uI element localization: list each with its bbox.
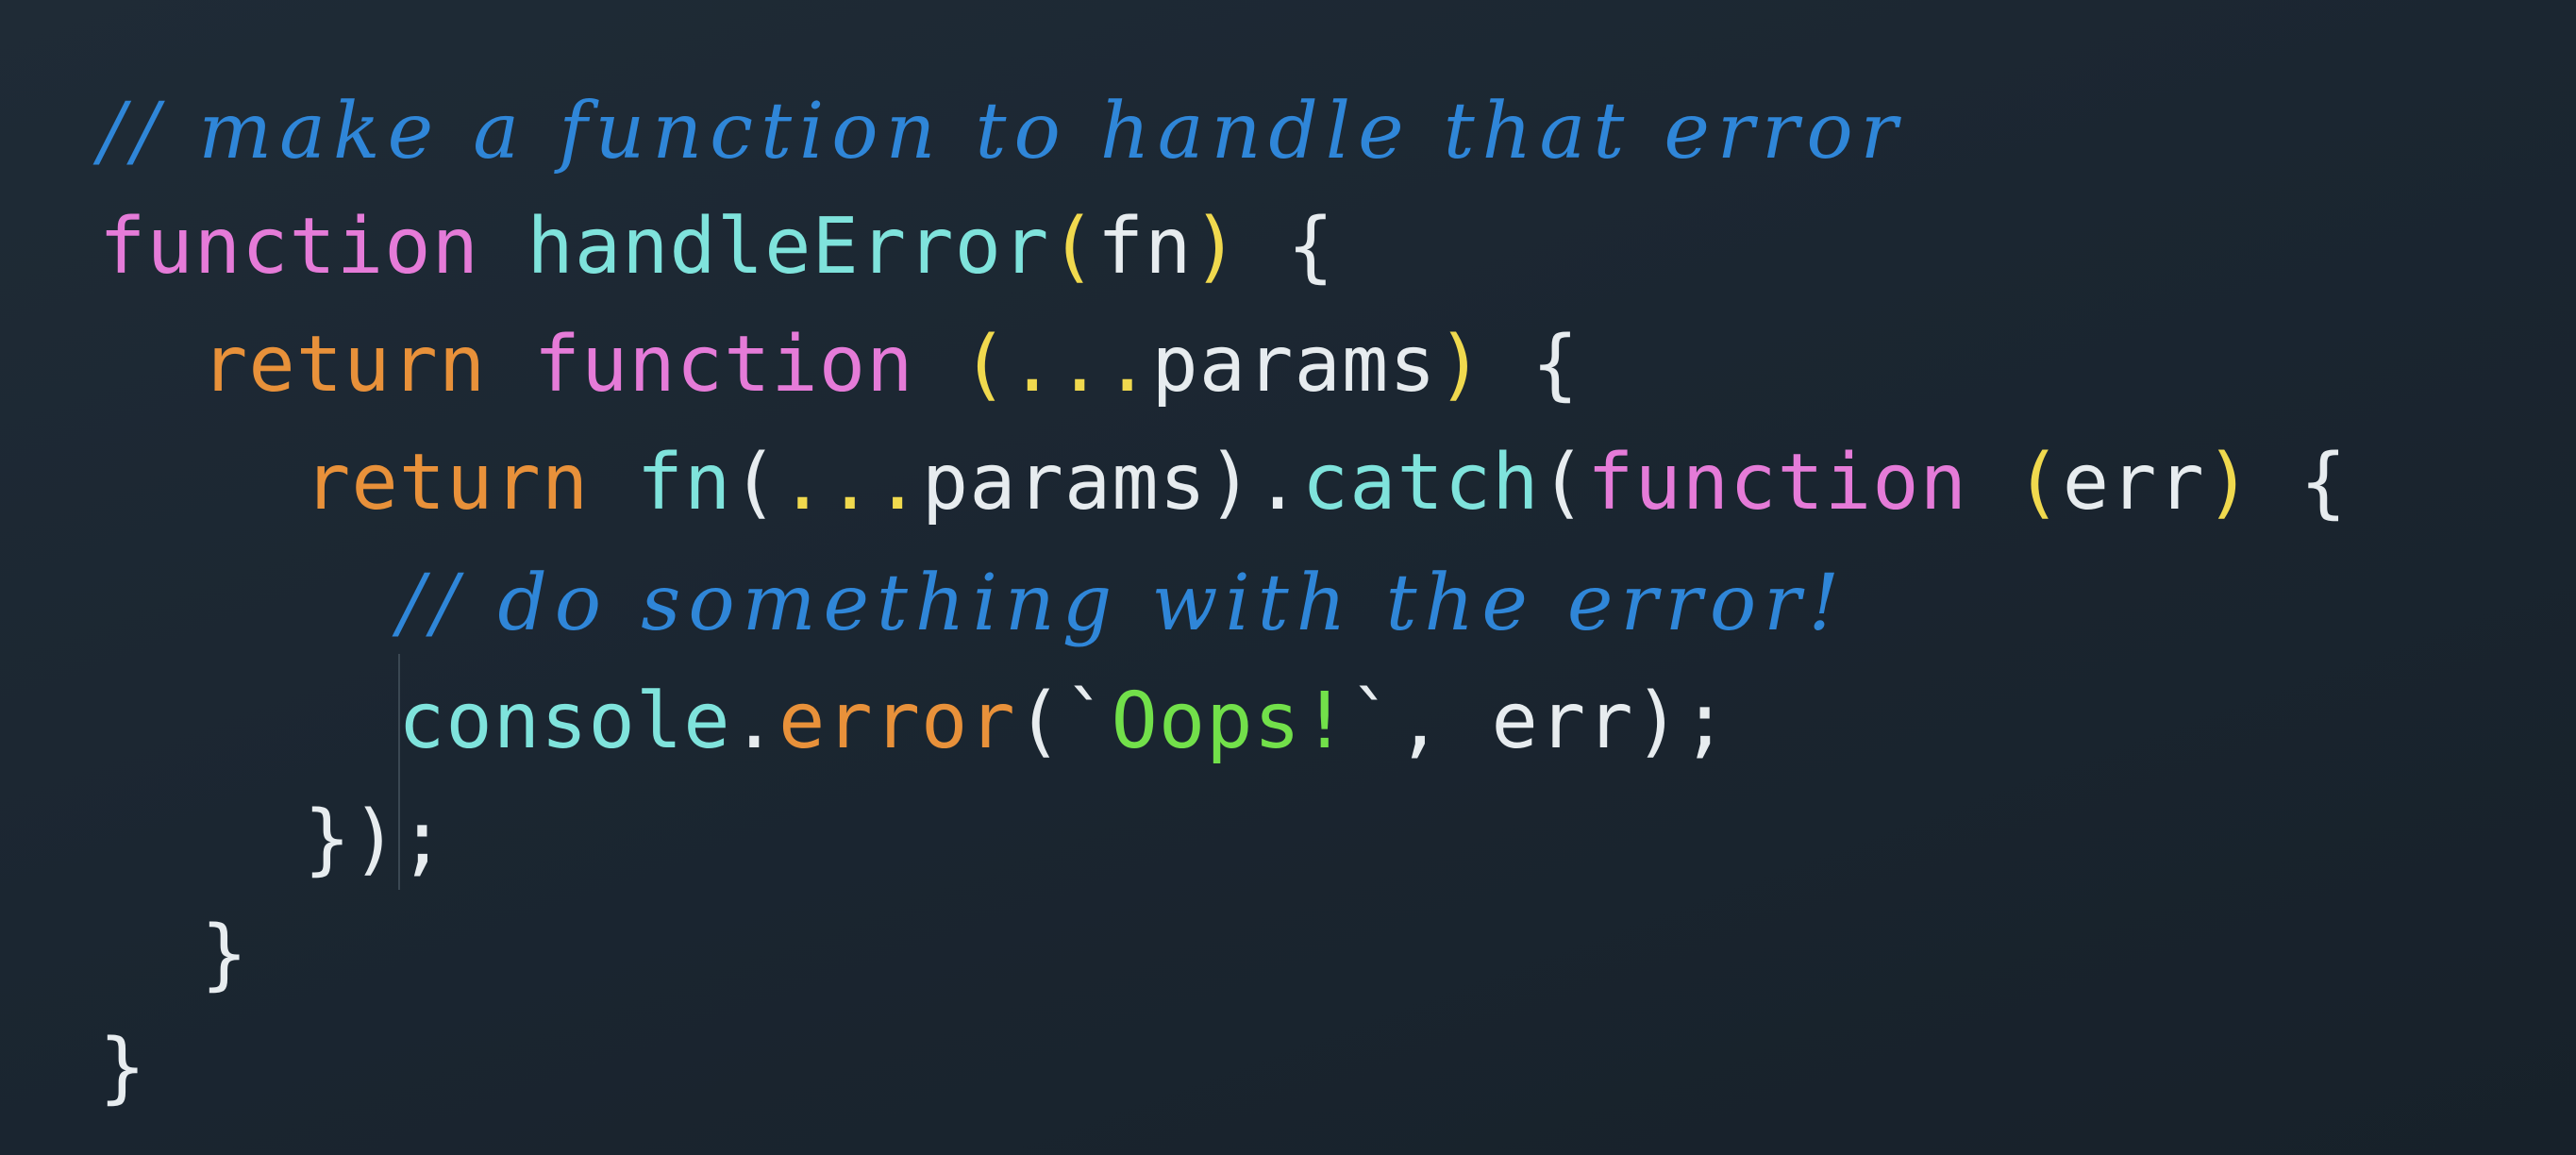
code-token-paren: ... bbox=[778, 438, 922, 527]
code-token-function-name: handleError bbox=[527, 202, 1050, 292]
code-token-return: return bbox=[304, 438, 590, 527]
code-line: return function (...params) { bbox=[201, 307, 1580, 424]
code-editor: // make a function to handle that error f… bbox=[99, 87, 2515, 1132]
code-line: }); bbox=[304, 781, 446, 898]
code-token-plain: `, err); bbox=[1348, 677, 1730, 766]
code-token-function-name: fn bbox=[636, 438, 732, 527]
code-token-keyword: function bbox=[99, 202, 479, 292]
code-token-comment: // do something with the error! bbox=[398, 559, 1848, 648]
code-token-plain: (` bbox=[1015, 677, 1112, 766]
code-token-plain: ( bbox=[1539, 438, 1587, 527]
code-line: function handleError(fn) { bbox=[99, 189, 1335, 306]
code-token-return: return bbox=[201, 320, 487, 410]
code-token-function-name: catch bbox=[1301, 438, 1540, 527]
code-line: return fn(...params).catch(function (err… bbox=[304, 425, 2348, 542]
code-token-keyword: function bbox=[533, 320, 914, 410]
code-token-plain: { bbox=[1484, 320, 1580, 410]
code-token-paren: ) bbox=[1436, 320, 1484, 410]
code-token-plain: ( bbox=[731, 438, 779, 527]
code-token-plain: fn bbox=[1096, 202, 1193, 292]
code-token-paren: ) bbox=[2204, 438, 2253, 527]
code-token-plain: . bbox=[730, 677, 778, 766]
code-token-plain: } bbox=[99, 1023, 147, 1113]
code-token-paren: ( bbox=[1049, 202, 1097, 292]
code-token-paren: ( bbox=[961, 320, 1010, 410]
code-token-paren: ... bbox=[1009, 320, 1152, 410]
code-token-plain: }); bbox=[304, 795, 447, 884]
code-token-paren: ( bbox=[2015, 438, 2063, 527]
code-token-plain: } bbox=[201, 910, 249, 999]
code-line: } bbox=[201, 896, 248, 1013]
code-token-plain: params). bbox=[921, 438, 1302, 527]
code-token-plain: { bbox=[2252, 438, 2348, 527]
code-token-method: error bbox=[778, 677, 1016, 766]
code-token-string: Oops! bbox=[1111, 677, 1349, 766]
code-token-function-name: console bbox=[398, 677, 731, 766]
code-token-plain: err bbox=[2062, 438, 2205, 527]
code-token-plain: params bbox=[1151, 320, 1437, 410]
code-line: } bbox=[99, 1010, 146, 1127]
code-token-comment: // make a function to handle that error bbox=[99, 87, 1905, 176]
code-line: console.error(`Oops!`, err); bbox=[398, 663, 1729, 780]
code-token-keyword: function bbox=[1587, 438, 1967, 527]
code-token-paren: ) bbox=[1192, 202, 1240, 292]
code-line: // do something with the error! bbox=[398, 545, 1847, 662]
code-token-plain: { bbox=[1239, 202, 1335, 292]
code-line: // make a function to handle that error bbox=[99, 74, 1905, 191]
